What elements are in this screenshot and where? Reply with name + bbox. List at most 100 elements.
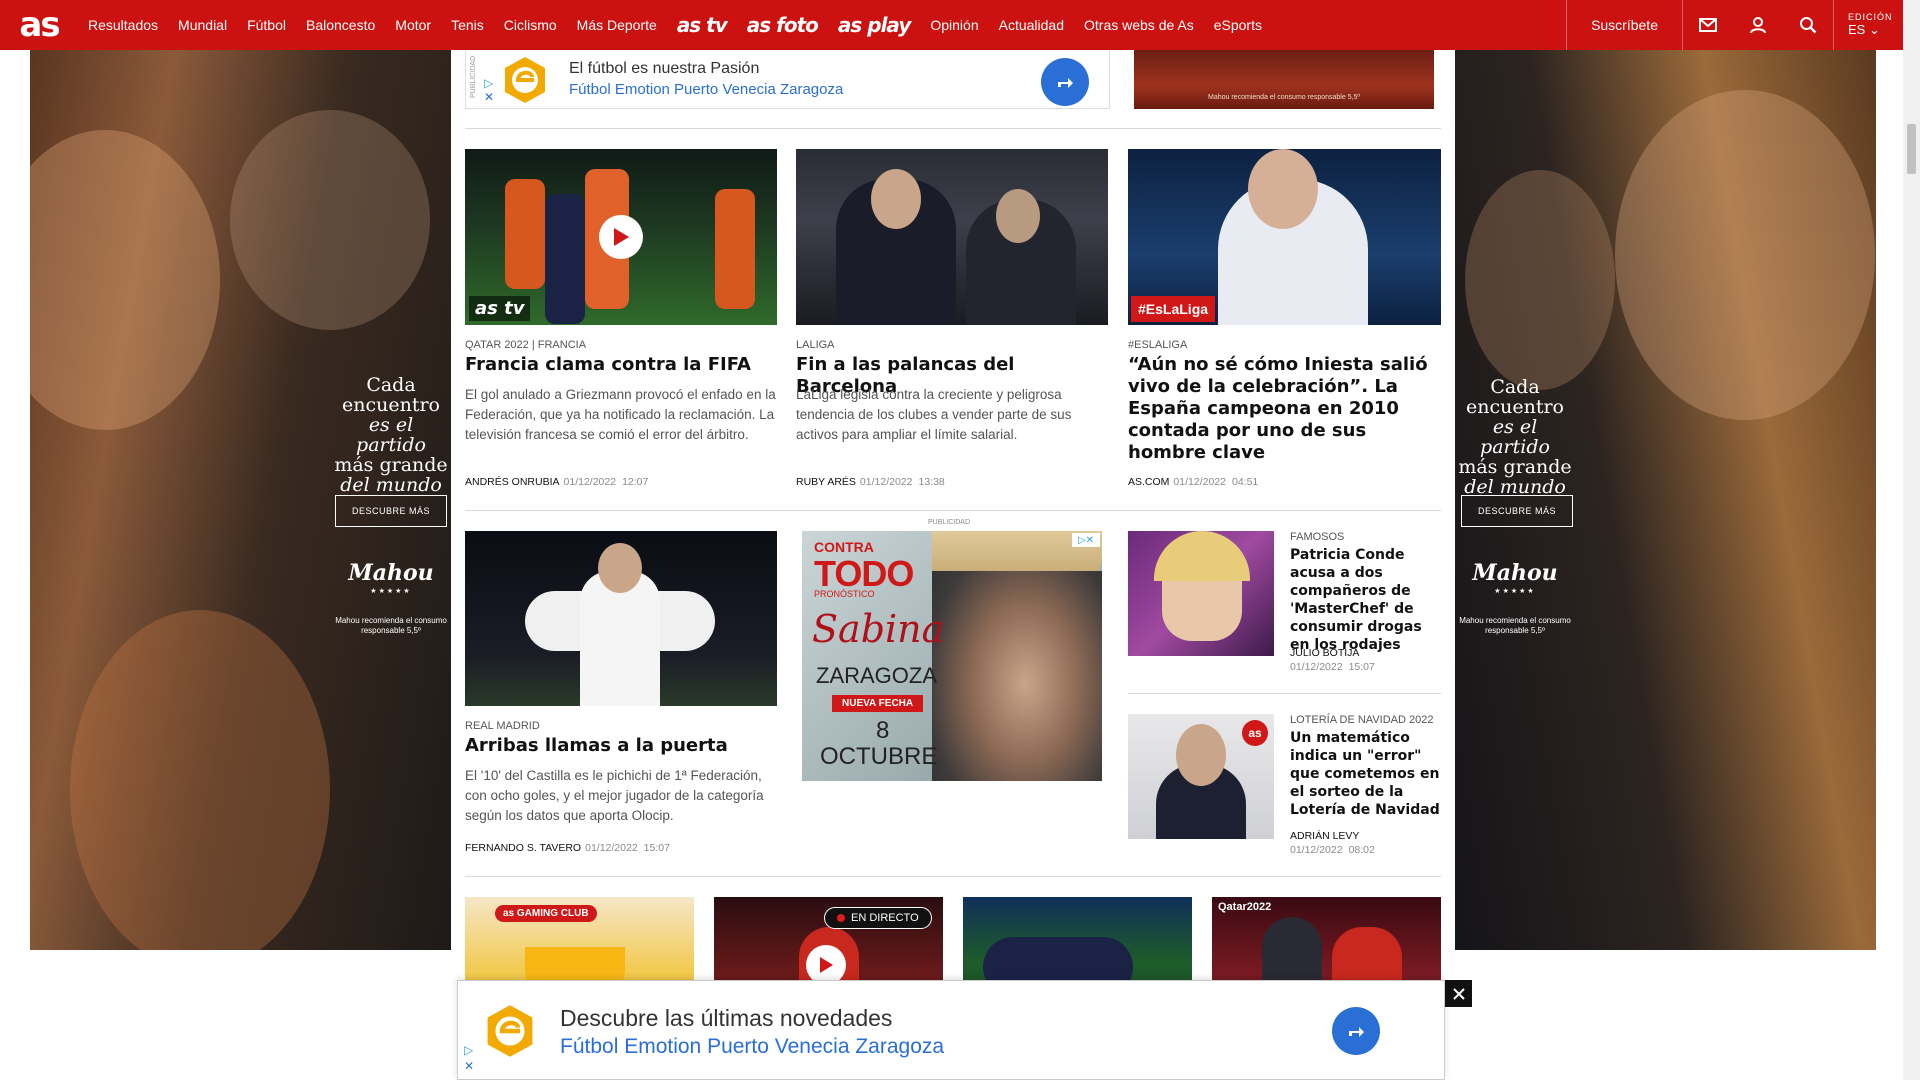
page-scrollbar[interactable] [1903,0,1920,1080]
article-kicker[interactable]: FAMOSOS [1290,531,1344,543]
article-headline[interactable]: Patricia Conde acusa a dos compañeros de… [1290,546,1441,654]
ad-subline[interactable]: Fútbol Emotion Puerto Venecia Zaragoza [560,1035,944,1059]
sticky-bottom-ad[interactable]: ▷ ✕ Descubre las últimas novedades Fútbo… [457,980,1445,1080]
scrollbar-thumb[interactable] [1907,124,1916,174]
article-byline: RUBY ARÉS 01/12/2022 13:38 [796,476,945,488]
article-card[interactable]: #EsLaLiga #ESLALIGA “Aún no sé cómo Inie… [1128,149,1441,509]
mail-icon[interactable] [1683,0,1733,50]
article-headline[interactable]: Arribas llamas a la puerta [465,735,777,757]
ad-headline: Descubre las últimas novedades [560,1005,893,1031]
nav-item-futbol[interactable]: Fútbol [237,0,296,50]
ad-label: PUBLICIDAD [470,56,477,99]
article-date: 01/12/2022 [1290,661,1343,673]
article-card[interactable]: REAL MADRID Arribas llamas a la puerta E… [465,531,777,911]
as-badge: as [1242,720,1268,746]
article-headline[interactable]: “Aún no sé cómo Iniesta salió vivo de la… [1128,354,1441,464]
ad-cta-button[interactable]: DESCUBRE MÁS [1461,495,1573,527]
image-figure [1176,724,1226,786]
article-author[interactable]: JULIO BOTIJA [1290,647,1359,659]
article-date: 01/12/2022 [859,476,913,488]
ad-label: PUBLICIDAD [928,519,971,526]
ad-figure-shape [1615,90,1875,420]
article-author[interactable]: ANDRÉS ONRUBIA [465,476,560,488]
close-icon[interactable]: ✕ [484,90,494,104]
ad-cta-button[interactable]: DESCUBRE MÁS [335,495,447,527]
article-date: 01/12/2022 [1173,476,1226,488]
article-author[interactable]: RUBY ARÉS [796,476,856,488]
ad-brand-icon [487,1005,533,1057]
article-card[interactable]: as LOTERÍA DE NAVIDAD 2022 Un matemático… [1128,714,1441,856]
article-kicker[interactable]: QATAR 2022 | FRANCIA [465,339,586,351]
nav-brand-asplay[interactable]: as play [828,0,920,50]
article-kicker[interactable]: REAL MADRID [465,720,540,732]
nav-item-mas-deporte[interactable]: Más Deporte [567,0,667,50]
top-banner-ad[interactable]: PUBLICIDAD ▷ ✕ El fútbol es nuestra Pasi… [465,50,1110,109]
top-right-beer-ad[interactable]: Mahou recomienda el consumo responsable … [1134,50,1434,109]
article-datetime: 01/12/2022 08:02 [1290,844,1375,856]
close-icon[interactable]: ✕ [464,1059,474,1073]
adchoices-icon[interactable]: ▷✕ [1072,533,1100,547]
nav-brand-astv[interactable]: as tv [667,0,737,50]
article-headline[interactable]: Un matemático indica un "error" que come… [1290,729,1441,819]
article-card[interactable]: as tv QATAR 2022 | FRANCIA Francia clama… [465,149,777,509]
nav-item-resultados[interactable]: Resultados [78,0,168,50]
article-kicker[interactable]: LOTERÍA DE NAVIDAD 2022 [1290,714,1433,726]
article-kicker[interactable]: LALIGA [796,339,835,351]
image-figure [505,179,545,289]
article-byline: JULIO BOTIJA [1290,647,1359,659]
article-time: 15:07 [1348,661,1375,673]
concert-ad[interactable]: CONTRA TODO PRONÓSTICO Sabina ZARAGOZA N… [802,531,1102,781]
article-summary: El gol anulado a Griezmann provocó el en… [465,387,776,442]
article-image[interactable]: as [1128,714,1274,839]
article-image[interactable] [1128,531,1274,656]
article-summary: LaLiga legisla contra la creciente y pel… [796,387,1072,442]
directions-icon[interactable] [1041,58,1089,106]
user-icon[interactable] [1733,0,1783,50]
article-image[interactable]: as tv [465,149,777,325]
nav-item-otras-webs[interactable]: Otras webs de As [1074,0,1204,50]
left-skin-ad[interactable]: Cada encuentro es el partido más grande … [30,50,451,950]
nav-item-motor[interactable]: Motor [385,0,441,50]
article-card[interactable]: FAMOSOS Patricia Conde acusa a dos compa… [1128,531,1441,673]
nav-item-opinion[interactable]: Opinión [920,0,988,50]
article-kicker[interactable]: #ESLALIGA [1128,339,1187,351]
edition-selector[interactable]: EDICIÓN ES ⌄ [1833,0,1903,50]
article-image[interactable]: #EsLaLiga [1128,149,1441,325]
nav-item-actualidad[interactable]: Actualidad [989,0,1074,50]
image-figure [545,194,585,324]
section-divider [465,510,1441,511]
article-author[interactable]: FERNANDO S. TAVERO [465,842,581,854]
article-author[interactable]: AS.COM [1128,476,1169,488]
close-icon[interactable] [1445,980,1472,1007]
image-figure [1154,531,1250,581]
ad-text: ZARAGOZA [816,663,938,688]
article-card[interactable]: LALIGA Fin a las palancas del Barcelona … [796,149,1108,509]
ad-tagline: Cada encuentro es el partido más grande … [1458,376,1572,498]
article-summary: El '10' del Castilla es le pichichi de 1… [465,768,764,823]
subscribe-button[interactable]: Suscríbete [1566,0,1683,50]
article-headline[interactable]: Francia clama contra la FIFA [465,354,777,376]
nav-item-esports[interactable]: eSports [1204,0,1272,50]
image-figure [1248,149,1318,229]
ad-subline[interactable]: Fútbol Emotion Puerto Venecia Zaragoza [569,81,843,98]
astv-badge: as tv [469,296,531,321]
search-icon[interactable] [1783,0,1833,50]
article-image[interactable] [796,149,1108,325]
right-skin-ad[interactable]: Cada encuentro es el partido más grande … [1455,50,1876,950]
directions-icon[interactable] [1332,1007,1380,1055]
play-icon[interactable] [599,215,643,259]
nav-item-mundial[interactable]: Mundial [168,0,237,50]
article-author[interactable]: ADRIÁN LEVY [1290,830,1359,842]
ad-tagline: Cada encuentro es el partido más grande … [334,374,448,496]
as-logo[interactable]: as [0,0,78,50]
adchoices-icon[interactable]: ▷ [484,76,493,90]
section-divider [1128,693,1441,694]
adchoices-icon[interactable]: ▷ [464,1043,473,1057]
article-image[interactable] [465,531,777,706]
nav-item-baloncesto[interactable]: Baloncesto [296,0,385,50]
nav-item-ciclismo[interactable]: Ciclismo [494,0,567,50]
nav-item-tenis[interactable]: Tenis [441,0,494,50]
nav-brand-asfoto[interactable]: as foto [737,0,828,50]
article-byline: ADRIÁN LEVY [1290,830,1359,842]
play-icon[interactable] [806,945,846,985]
